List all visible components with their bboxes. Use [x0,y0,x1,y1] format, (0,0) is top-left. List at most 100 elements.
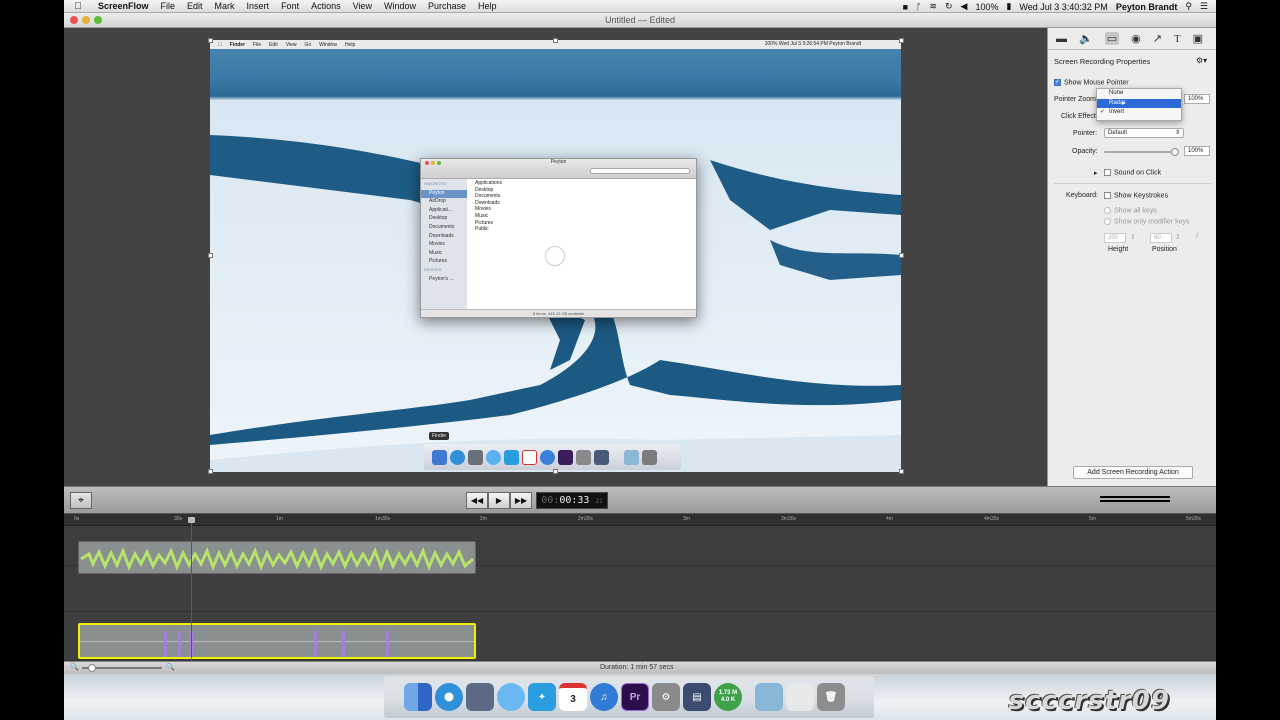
click-effect-option-radar[interactable]: Radar ➤ [1097,98,1181,108]
screenflow-icon[interactable]: ▤ [683,683,711,711]
recorded-menu-go: Go [300,41,311,48]
menu-window[interactable]: Window [378,1,422,11]
dock-tooltip: Finder [429,432,450,440]
wifi-icon[interactable]: ≋ [929,1,937,12]
resize-handle[interactable] [553,469,558,474]
system-preferences-icon[interactable]: ⚙ [652,683,680,711]
menu-purchase[interactable]: Purchase [422,1,472,11]
screen-recording-icon[interactable]: ▭ [1104,32,1120,45]
click-effect-option-invert[interactable]: ✓ Invert [1097,108,1181,118]
timeline-ruler[interactable]: 0s 30s 1m 1m30s 2m 2m30s 3m 3m30s 4m 4m3… [64,514,1216,526]
resize-handle[interactable] [208,38,213,43]
app-menu[interactable]: ScreenFlow [92,1,155,11]
annotation-icon[interactable]: ↗ [1153,32,1162,45]
messages-icon[interactable] [497,683,525,711]
click-effect-option-none[interactable]: None [1097,89,1181,99]
minimize-button[interactable] [82,16,90,24]
volume-icon[interactable]: ◀ [961,1,968,12]
menu-actions[interactable]: Actions [305,1,347,11]
pointer-select[interactable]: Default ⇕ [1104,128,1184,138]
resize-handle[interactable] [899,38,904,43]
font-icon[interactable]: f [1196,233,1198,240]
pointer-zoom-field[interactable]: 100% [1184,94,1210,104]
mail-icon[interactable] [466,683,494,711]
menu-insert[interactable]: Insert [241,1,276,11]
resize-handle[interactable] [208,253,213,258]
close-button[interactable] [70,16,78,24]
menu-mark[interactable]: Mark [209,1,241,11]
ruler-tick: 3m30s [781,516,797,522]
premiere-icon[interactable]: Pr [621,683,649,711]
menu-font[interactable]: Font [275,1,305,11]
fast-forward-button[interactable]: ▶▶ [510,492,532,509]
clock[interactable]: Wed Jul 3 3:40:32 PM [1019,2,1107,12]
recorded-menu-view: View [281,41,297,48]
menu-edit[interactable]: Edit [181,1,209,11]
downloads-stack-icon[interactable] [786,683,814,711]
recording-preview[interactable]:  Finder File Edit View Go Window Help 1… [210,40,901,472]
show-keystrokes-checkbox[interactable] [1104,192,1111,199]
zoom-out-icon[interactable]: 🔍 [70,663,79,671]
crop-icon[interactable]: ⌖ [70,492,92,509]
itunes-icon[interactable]: ♫ [590,683,618,711]
keystroke-position-field[interactable]: 80 [1150,233,1172,243]
opacity-slider[interactable] [1104,151,1176,153]
text-icon[interactable]: T [1174,33,1181,45]
play-button[interactable]: ▶ [488,492,510,509]
calendar-icon[interactable]: 3 [559,683,587,711]
list-item: Movies [475,206,491,213]
network-up-label: 1.73 M [718,690,738,696]
opacity-field[interactable]: 100% [1184,146,1210,156]
finder-toolbar: Peyton [421,159,696,179]
safari-icon[interactable] [435,683,463,711]
opacity-slider-knob[interactable] [1171,148,1179,156]
list-item: Public [475,226,489,233]
sound-disclosure-icon[interactable]: ▸ [1094,169,1098,177]
spotlight-icon[interactable]: ⚲ [1185,1,1192,12]
apple-menu-icon[interactable]:  [64,1,92,12]
resize-handle[interactable] [553,38,558,43]
user-name[interactable]: Peyton Brandt [1116,2,1178,12]
add-screen-recording-action-button[interactable]: Add Screen Recording Action [1073,466,1193,479]
callout-icon[interactable]: ◉ [1131,32,1141,45]
height-stepper[interactable]: ⇕ [1130,233,1136,241]
position-stepper[interactable]: ⇕ [1175,233,1181,241]
battery-icon[interactable]: ▮ [1006,1,1011,12]
click-effect-dropdown[interactable]: None Radar ➤ ✓ Invert [1096,88,1182,121]
timeline-zoom-knob[interactable] [88,664,96,672]
show-keystrokes-label: Show Keystrokes [1114,192,1169,200]
network-monitor-icon[interactable]: 1.73 M 4.0 K [714,683,742,711]
sync-icon[interactable]: ↻ [945,1,953,12]
zoom-in-icon[interactable]: 🔍 [166,663,175,671]
notification-center-icon[interactable]: ☰ [1200,1,1208,12]
twitter-icon[interactable]: ✦ [528,683,556,711]
resize-handle[interactable] [899,469,904,474]
keystroke-height-field[interactable]: 200 [1104,233,1126,243]
sound-on-click-row: Sound on Click [1104,169,1161,176]
playhead[interactable] [188,517,195,661]
rewind-button[interactable]: ◀◀ [466,492,488,509]
menu-view[interactable]: View [347,1,378,11]
sound-on-click-checkbox[interactable] [1104,169,1111,176]
menu-help[interactable]: Help [472,1,503,11]
resize-handle[interactable] [208,469,213,474]
trash-icon[interactable]: 🗑 [817,683,845,711]
zoom-button[interactable] [94,16,102,24]
menu-file[interactable]: File [155,1,182,11]
sidebar-item-movies: Movies [429,241,445,248]
media-icon[interactable]: ▣ [1193,32,1203,45]
ruler-tick: 0s [74,516,80,522]
audio-icon[interactable]: 🔈 [1079,32,1093,45]
battery-text[interactable]: 100% [975,2,998,12]
gear-icon[interactable]: ⚙▾ [1196,56,1207,65]
show-modifier-keys-radio[interactable] [1104,218,1111,225]
folder-icon[interactable] [755,683,783,711]
show-all-keys-radio[interactable] [1104,207,1111,214]
screen-record-icon[interactable]: ■ [903,2,908,12]
resize-handle[interactable] [899,253,904,258]
finder-icon[interactable] [404,683,432,711]
finder-status-bar: 8 items, 445.12 GB available [421,309,696,317]
bluetooth-icon[interactable]: ᚩ [916,2,921,12]
video-icon[interactable]: ▬ [1056,33,1067,45]
show-mouse-pointer-checkbox[interactable]: ✓ [1054,79,1061,86]
